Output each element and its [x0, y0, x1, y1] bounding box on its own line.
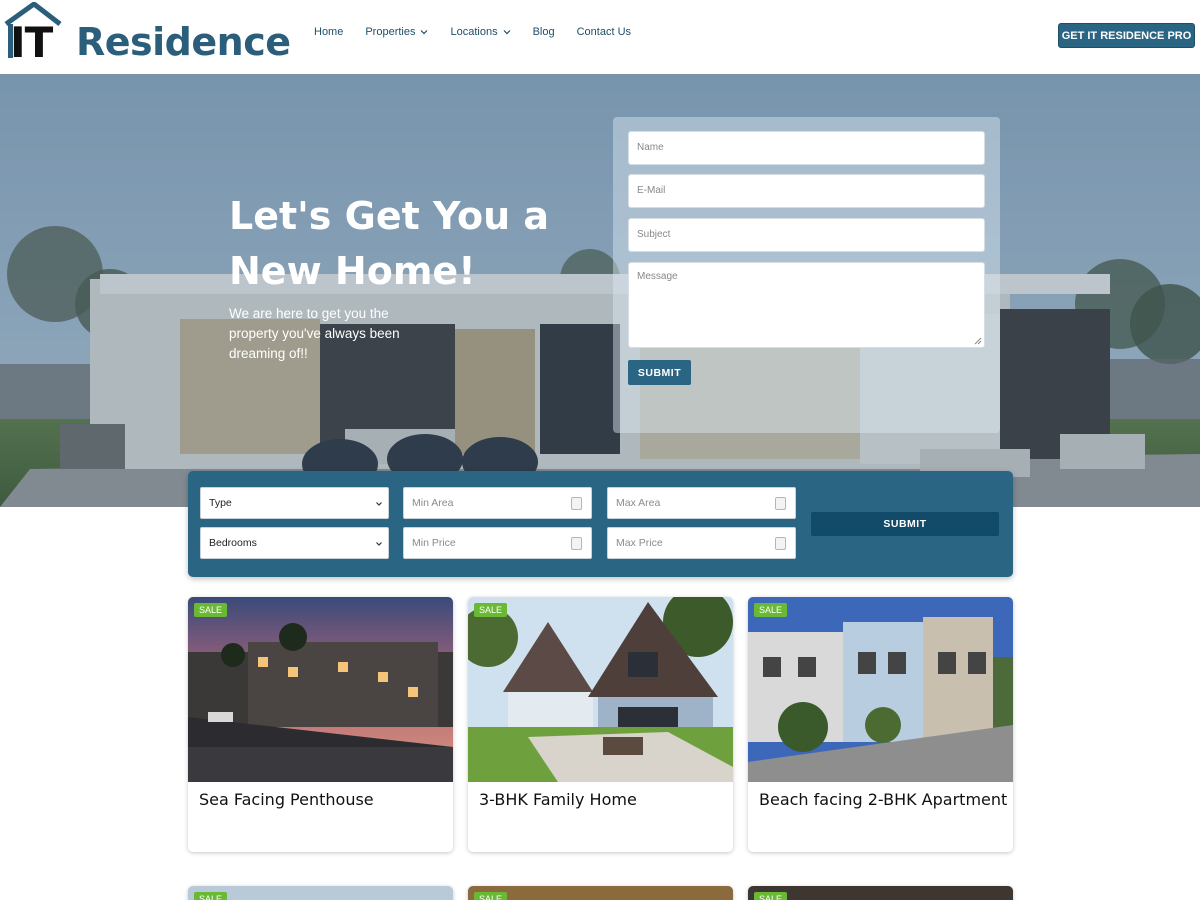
nav-properties[interactable]: Properties: [365, 26, 428, 38]
max-area-placeholder: Max Area: [616, 497, 661, 509]
site-header: IT Residence Home Properties Locations B…: [0, 0, 1200, 74]
message-field[interactable]: Message: [628, 262, 985, 348]
listing-title[interactable]: 3-BHK Family Home: [479, 790, 637, 809]
nav-contact[interactable]: Contact Us: [577, 26, 631, 38]
nav-home-label: Home: [314, 26, 344, 38]
get-pro-button[interactable]: GET IT RESIDENCE PRO: [1058, 23, 1195, 48]
main-nav: Home Properties Locations Blog Contact U…: [314, 26, 631, 38]
bedrooms-select[interactable]: Bedrooms: [200, 527, 389, 559]
name-field[interactable]: Name: [628, 131, 985, 165]
min-price-input[interactable]: Min Price: [403, 527, 592, 559]
spinner-icon[interactable]: [571, 537, 582, 550]
subject-field[interactable]: Subject: [628, 218, 985, 252]
listing-card[interactable]: SALE: [188, 886, 453, 900]
message-placeholder: Message: [637, 271, 678, 282]
max-price-placeholder: Max Price: [616, 537, 663, 549]
sale-badge: SALE: [754, 892, 788, 900]
chevron-down-icon: [421, 30, 428, 35]
min-price-placeholder: Min Price: [412, 537, 456, 549]
spinner-icon[interactable]: [775, 537, 786, 550]
min-area-input[interactable]: Min Area: [403, 487, 592, 519]
sale-badge: SALE: [474, 603, 508, 617]
sale-badge: SALE: [194, 892, 228, 900]
resize-grip-icon[interactable]: [974, 337, 982, 345]
contact-form: Name E-Mail Subject Message SUBMIT: [613, 117, 1000, 433]
logo-it-text: IT: [10, 18, 53, 67]
chevron-down-icon: [376, 502, 382, 506]
nav-blog[interactable]: Blog: [533, 26, 555, 38]
listing-card[interactable]: SALE Beach facing 2-BHK Apartment: [748, 597, 1013, 852]
listing-card[interactable]: SALE Sea Facing Penthouse: [188, 597, 453, 852]
sale-badge: SALE: [194, 603, 228, 617]
max-area-input[interactable]: Max Area: [607, 487, 796, 519]
nav-properties-label: Properties: [365, 26, 416, 38]
site-logo[interactable]: IT Residence: [4, 2, 291, 67]
type-select[interactable]: Type: [200, 487, 389, 519]
bedrooms-select-value: Bedrooms: [209, 537, 257, 549]
hero-tint: [0, 74, 1200, 507]
min-area-placeholder: Min Area: [412, 497, 454, 509]
max-price-input[interactable]: Max Price: [607, 527, 796, 559]
nav-blog-label: Blog: [532, 26, 555, 38]
nav-contact-label: Contact Us: [576, 26, 632, 38]
listing-title[interactable]: Beach facing 2-BHK Apartment: [759, 790, 1007, 809]
nav-locations-label: Locations: [450, 26, 498, 38]
hero-title: Let's Get You a New Home!: [229, 194, 550, 293]
chevron-down-icon: [376, 542, 382, 546]
listing-card[interactable]: SALE 3-BHK Family Home: [468, 597, 733, 852]
spinner-icon[interactable]: [775, 497, 786, 510]
search-submit-button[interactable]: SUBMIT: [811, 512, 999, 536]
chevron-down-icon: [503, 30, 511, 35]
listing-card[interactable]: SALE: [468, 886, 733, 900]
listing-image[interactable]: [188, 597, 453, 782]
nav-home[interactable]: Home: [314, 26, 343, 38]
nav-locations[interactable]: Locations: [450, 26, 511, 38]
listing-image[interactable]: [748, 597, 1013, 782]
spinner-icon[interactable]: [571, 497, 582, 510]
hero-section: Let's Get You a New Home! We are here to…: [0, 74, 1200, 507]
hero-subtitle: We are here to get you the property you'…: [229, 306, 400, 361]
logo-wordmark: Residence: [76, 20, 291, 64]
property-search-panel: Type Min Area Max Area Bedrooms Min Pric…: [188, 471, 1013, 577]
listing-card[interactable]: SALE: [748, 886, 1013, 900]
contact-submit-button[interactable]: SUBMIT: [628, 360, 691, 385]
sale-badge: SALE: [474, 892, 508, 900]
listing-image[interactable]: [468, 597, 733, 782]
sale-badge: SALE: [754, 603, 788, 617]
listing-title[interactable]: Sea Facing Penthouse: [199, 790, 374, 809]
email-field[interactable]: E-Mail: [628, 174, 985, 208]
type-select-value: Type: [209, 497, 232, 509]
